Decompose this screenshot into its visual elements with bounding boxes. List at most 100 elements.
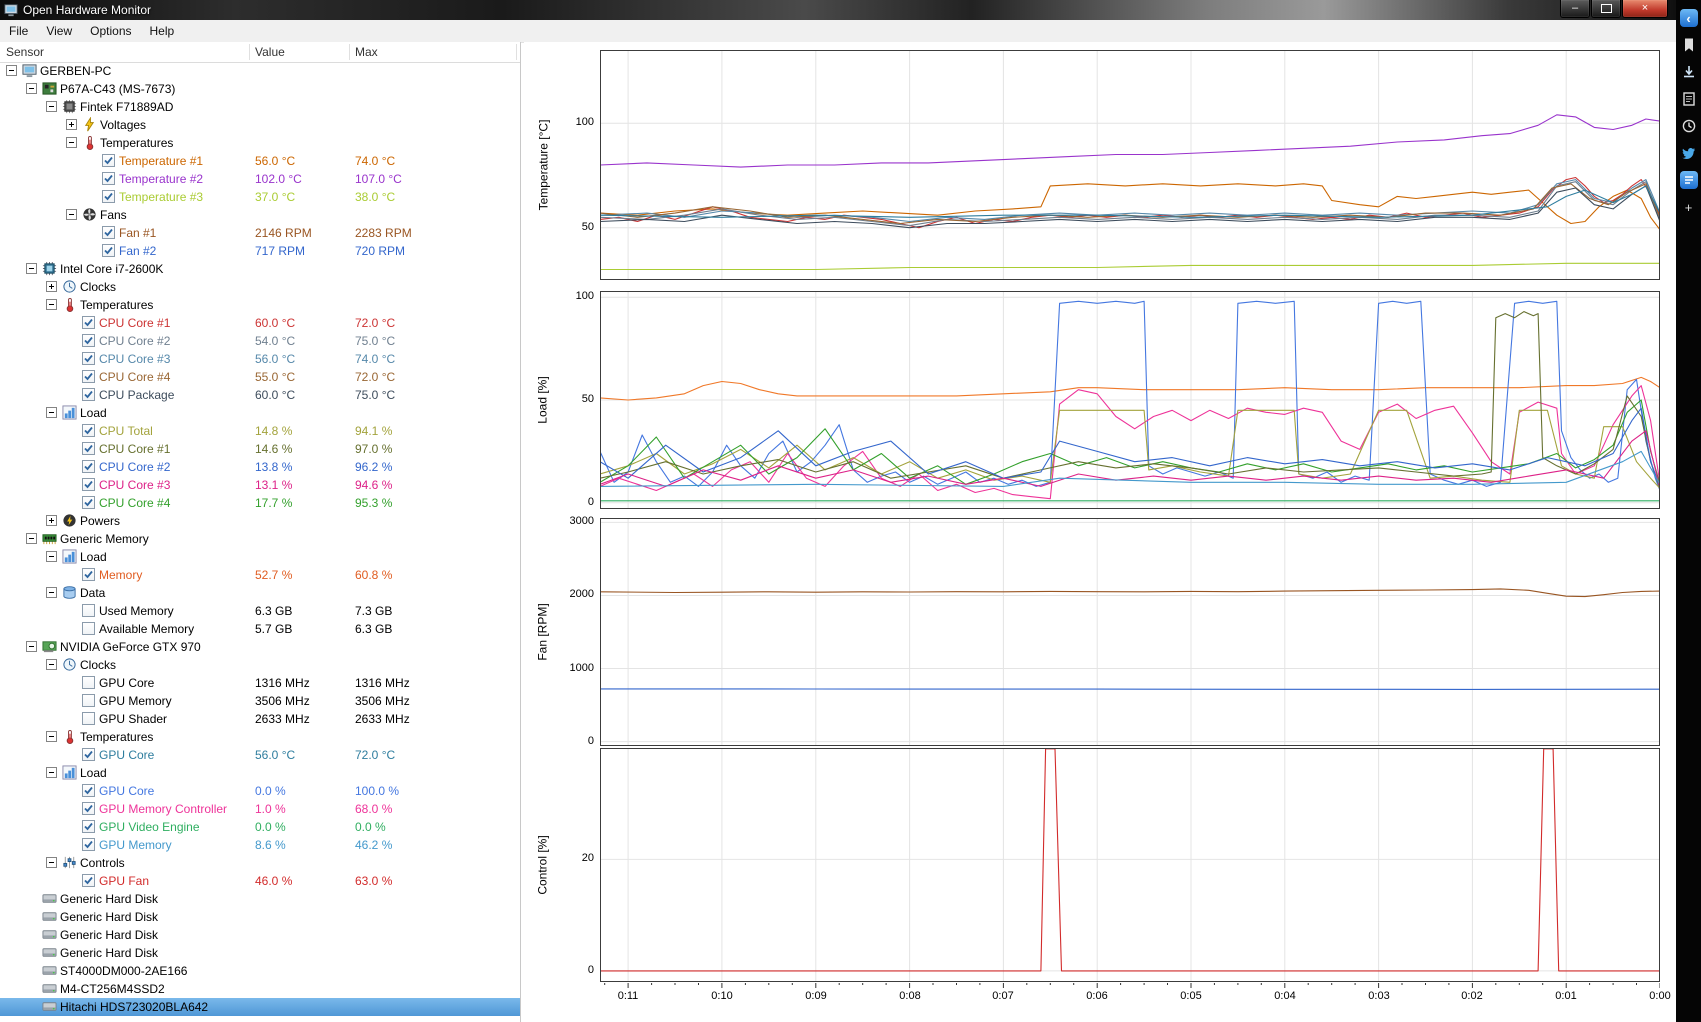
tree-row[interactable]: Clocks	[0, 656, 520, 674]
tree-row[interactable]: Used Memory 6.3 GB 7.3 GB	[0, 602, 520, 620]
tree-row[interactable]: CPU Core #1 60.0 °C 72.0 °C	[0, 314, 520, 332]
expand-icon[interactable]	[66, 119, 77, 130]
tree-row[interactable]: Generic Hard Disk	[0, 890, 520, 908]
collapse-icon[interactable]	[46, 587, 57, 598]
tree-row[interactable]: Temperatures	[0, 728, 520, 746]
collapse-icon[interactable]	[46, 767, 57, 778]
expand-icon[interactable]	[46, 515, 57, 526]
tree-row[interactable]: CPU Core #2 54.0 °C 75.0 °C	[0, 332, 520, 350]
download-icon[interactable]	[1680, 63, 1698, 81]
sensor-checkbox[interactable]	[82, 676, 95, 689]
sensor-checkbox[interactable]	[102, 172, 115, 185]
tree-row[interactable]: Generic Hard Disk	[0, 908, 520, 926]
sensor-checkbox[interactable]	[82, 352, 95, 365]
collapse-icon[interactable]	[46, 857, 57, 868]
sensor-checkbox[interactable]	[82, 604, 95, 617]
menu-help[interactable]: Help	[141, 20, 184, 42]
collapse-icon[interactable]	[46, 659, 57, 670]
sensor-checkbox[interactable]	[82, 784, 95, 797]
tree-row[interactable]: Powers	[0, 512, 520, 530]
tree-row[interactable]: CPU Core #3 56.0 °C 74.0 °C	[0, 350, 520, 368]
history-icon[interactable]	[1680, 117, 1698, 135]
tree-row[interactable]: GPU Fan 46.0 % 63.0 %	[0, 872, 520, 890]
sensor-checkbox[interactable]	[102, 226, 115, 239]
tree-row[interactable]: CPU Core #1 14.6 % 97.0 %	[0, 440, 520, 458]
tree-row[interactable]: Fan #2 717 RPM 720 RPM	[0, 242, 520, 260]
sensor-checkbox[interactable]	[102, 190, 115, 203]
tree-row[interactable]: CPU Total 14.8 % 94.1 %	[0, 422, 520, 440]
tree-row[interactable]: GPU Memory 8.6 % 46.2 %	[0, 836, 520, 854]
tree-row[interactable]: CPU Core #4 17.7 % 95.3 %	[0, 494, 520, 512]
tree-row[interactable]: Memory 52.7 % 60.8 %	[0, 566, 520, 584]
add-icon[interactable]: +	[1680, 198, 1698, 216]
maximize-button[interactable]	[1591, 0, 1621, 18]
sensor-checkbox[interactable]	[102, 244, 115, 257]
tree-row[interactable]: Generic Hard Disk	[0, 926, 520, 944]
close-button[interactable]: ×	[1622, 0, 1668, 18]
sensor-checkbox[interactable]	[82, 442, 95, 455]
collapse-icon[interactable]	[26, 641, 37, 652]
sensor-checkbox[interactable]	[82, 712, 95, 725]
sensor-checkbox[interactable]	[82, 424, 95, 437]
collapse-icon[interactable]	[26, 83, 37, 94]
collapse-icon[interactable]	[46, 731, 57, 742]
sensor-checkbox[interactable]	[82, 478, 95, 491]
app-tile-icon[interactable]	[1679, 171, 1698, 189]
sensor-checkbox[interactable]	[82, 568, 95, 581]
tree-row[interactable]: Voltages	[0, 116, 520, 134]
sensor-checkbox[interactable]	[82, 874, 95, 887]
collapse-icon[interactable]	[46, 101, 57, 112]
tree-row[interactable]: Load	[0, 548, 520, 566]
sensor-checkbox[interactable]	[102, 154, 115, 167]
sensor-checkbox[interactable]	[82, 802, 95, 815]
menu-options[interactable]: Options	[81, 20, 140, 42]
menu-view[interactable]: View	[37, 20, 81, 42]
column-separator[interactable]	[349, 44, 350, 60]
sensor-checkbox[interactable]	[82, 838, 95, 851]
tree-row[interactable]: Generic Memory	[0, 530, 520, 548]
tree-row[interactable]: Intel Core i7-2600K	[0, 260, 520, 278]
sensor-checkbox[interactable]	[82, 622, 95, 635]
tree-row[interactable]: GPU Core 0.0 % 100.0 %	[0, 782, 520, 800]
sensor-checkbox[interactable]	[82, 694, 95, 707]
sensor-checkbox[interactable]	[82, 460, 95, 473]
tree-row[interactable]: CPU Core #3 13.1 % 94.6 %	[0, 476, 520, 494]
tree-row[interactable]: Controls	[0, 854, 520, 872]
collapse-icon[interactable]	[46, 407, 57, 418]
sensor-checkbox[interactable]	[82, 820, 95, 833]
document-icon[interactable]	[1680, 90, 1698, 108]
tree-row[interactable]: Temperature #2 102.0 °C 107.0 °C	[0, 170, 520, 188]
tree-row[interactable]: Temperature #3 37.0 °C 38.0 °C	[0, 188, 520, 206]
column-header-value[interactable]: Value	[255, 45, 285, 59]
tree-row[interactable]: Temperatures	[0, 296, 520, 314]
collapse-icon[interactable]	[6, 65, 17, 76]
tree-row[interactable]: GPU Shader 2633 MHz 2633 MHz	[0, 710, 520, 728]
tree-row[interactable]: Fintek F71889AD	[0, 98, 520, 116]
column-header-sensor[interactable]: Sensor	[6, 45, 44, 59]
tree-row[interactable]: CPU Core #4 55.0 °C 72.0 °C	[0, 368, 520, 386]
tree-row[interactable]: Data	[0, 584, 520, 602]
tree-row[interactable]: Hitachi HDS723020BLA642	[0, 998, 520, 1016]
tree-row[interactable]: Clocks	[0, 278, 520, 296]
collapse-icon[interactable]	[46, 551, 57, 562]
tree-row[interactable]: Load	[0, 764, 520, 782]
tree-row[interactable]: Load	[0, 404, 520, 422]
twitter-icon[interactable]	[1680, 144, 1698, 162]
column-separator[interactable]	[516, 44, 517, 60]
tree-row[interactable]: Temperatures	[0, 134, 520, 152]
tree-row[interactable]: Available Memory 5.7 GB 6.3 GB	[0, 620, 520, 638]
tree-row[interactable]: Temperature #1 56.0 °C 74.0 °C	[0, 152, 520, 170]
tree-row[interactable]: CPU Core #2 13.8 % 96.2 %	[0, 458, 520, 476]
column-header-max[interactable]: Max	[355, 45, 378, 59]
tree-row[interactable]: GPU Memory 3506 MHz 3506 MHz	[0, 692, 520, 710]
expand-icon[interactable]	[46, 281, 57, 292]
collapse-icon[interactable]	[46, 299, 57, 310]
tree-row[interactable]: P67A-C43 (MS-7673)	[0, 80, 520, 98]
menu-file[interactable]: File	[0, 20, 37, 42]
tree-row[interactable]: Fan #1 2146 RPM 2283 RPM	[0, 224, 520, 242]
tree-row[interactable]: GPU Core 1316 MHz 1316 MHz	[0, 674, 520, 692]
tree-row[interactable]: Fans	[0, 206, 520, 224]
tree-row[interactable]: GERBEN-PC	[0, 62, 520, 80]
collapse-icon[interactable]	[66, 209, 77, 220]
bookmark-icon[interactable]	[1680, 36, 1698, 54]
